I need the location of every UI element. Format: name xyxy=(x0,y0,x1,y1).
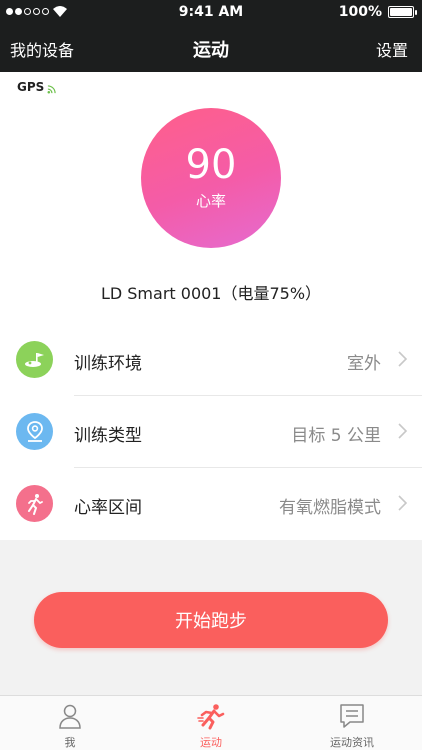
heart-rate-label: 心率 xyxy=(195,192,226,210)
runner-icon xyxy=(16,485,53,522)
heart-rate-zone-row[interactable]: 心率区间 有氧燃脂模式 xyxy=(0,468,422,540)
heart-rate-value: 90 xyxy=(185,142,237,188)
runner-icon xyxy=(197,704,225,730)
settings-button[interactable]: 设置 xyxy=(376,37,408,61)
heart-rate-panel: GPS 90 心率 LD Smart 0001（电量75%） xyxy=(0,72,422,324)
location-pin-icon xyxy=(16,413,53,450)
message-icon xyxy=(340,704,364,728)
nav-bar: 我的设备 运动 设置 xyxy=(0,24,422,72)
training-environment-row[interactable]: 训练环境 室外 xyxy=(0,324,422,396)
training-type-row[interactable]: 训练类型 目标 5 公里 xyxy=(0,396,422,468)
page-title: 运动 xyxy=(193,40,229,61)
training-type-label: 训练类型 xyxy=(74,426,142,446)
heart-rate-zone-label: 心率区间 xyxy=(74,498,142,518)
golf-field-icon xyxy=(16,341,53,378)
tab-sports-label: 运动 xyxy=(200,736,222,749)
tab-me-label: 我 xyxy=(64,736,76,749)
person-icon xyxy=(59,704,81,729)
gps-signal-icon xyxy=(47,85,56,94)
training-environment-value: 室外 xyxy=(347,354,381,374)
tab-sports-news-label: 运动资讯 xyxy=(330,736,374,749)
battery-percent: 100% xyxy=(338,4,382,20)
tab-bar: 我 运动 运动资讯 xyxy=(0,695,422,750)
gps-indicator: GPS xyxy=(17,80,56,94)
device-name: LD Smart 0001（电量75%） xyxy=(100,284,322,303)
training-settings-list: 训练环境 室外 训练类型 目标 5 公里 心率区间 有氧燃脂模式 xyxy=(0,324,422,540)
battery-icon xyxy=(388,6,417,18)
chevron-right-icon xyxy=(398,495,408,511)
gps-label: GPS xyxy=(17,80,45,94)
chevron-right-icon xyxy=(398,351,408,367)
heart-rate-zone-value: 有氧燃脂模式 xyxy=(279,498,381,518)
training-environment-label: 训练环境 xyxy=(74,354,142,374)
training-type-value: 目标 5 公里 xyxy=(291,426,381,446)
chevron-right-icon xyxy=(398,423,408,439)
start-running-button[interactable]: 开始跑步 xyxy=(34,592,388,648)
status-bar: 9:41 AM 100% xyxy=(0,0,422,24)
heart-rate-circle: 90 心率 xyxy=(141,108,281,248)
tab-sports[interactable]: 运动 xyxy=(141,696,281,750)
tab-sports-news[interactable]: 运动资讯 xyxy=(282,696,422,750)
tab-me[interactable]: 我 xyxy=(0,696,140,750)
